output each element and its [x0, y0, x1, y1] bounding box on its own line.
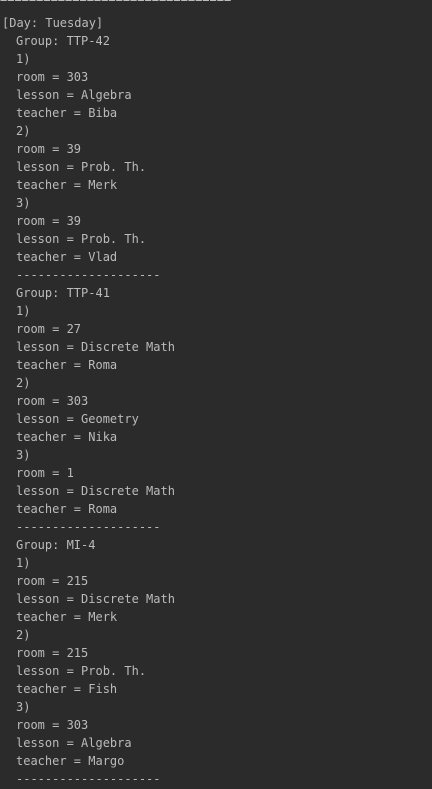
entry-teacher: teacher = Vlad	[16, 250, 118, 264]
entry-lesson: lesson = Discrete Math	[16, 592, 175, 606]
entry-index: 1)	[16, 52, 31, 66]
entry-room: room = 303	[16, 394, 89, 408]
entry-lesson: lesson = Geometry	[16, 412, 139, 426]
group-header: Group: TTP-41	[16, 286, 110, 300]
entry-lesson: lesson = Algebra	[16, 88, 132, 102]
group-header: Group: TTP-42	[16, 34, 110, 48]
entry-index: 3)	[16, 700, 31, 714]
entry-index: 2)	[16, 628, 31, 642]
entry-lesson: lesson = Discrete Math	[16, 484, 175, 498]
entry-teacher: teacher = Roma	[16, 502, 118, 516]
entry-teacher: teacher = Merk	[16, 610, 118, 624]
top-rule-text: ================================	[0, 0, 232, 5]
entry-lesson: lesson = Algebra	[16, 736, 132, 750]
entry-room: room = 303	[16, 718, 89, 732]
entry-teacher: teacher = Merk	[16, 178, 118, 192]
entry-room: room = 303	[16, 70, 89, 84]
entry-room: room = 27	[16, 322, 82, 336]
entry-index: 2)	[16, 124, 31, 138]
entry-lesson: lesson = Prob. Th.	[16, 664, 147, 678]
entry-lesson: lesson = Prob. Th.	[16, 232, 147, 246]
entry-index: 3)	[16, 196, 31, 210]
console-output: ================================ [Day: T…	[0, 0, 432, 789]
entry-room: room = 215	[16, 574, 89, 588]
group-separator: --------------------	[16, 772, 161, 786]
entry-teacher: teacher = Roma	[16, 358, 118, 372]
day-header: [Day: Tuesday]	[2, 16, 104, 30]
entry-room: room = 39	[16, 214, 82, 228]
entry-index: 1)	[16, 304, 31, 318]
entry-teacher: teacher = Biba	[16, 106, 118, 120]
entry-index: 3)	[16, 448, 31, 462]
entry-lesson: lesson = Prob. Th.	[16, 160, 147, 174]
group-separator: --------------------	[16, 268, 161, 282]
console-lines: [Day: Tuesday] Group: TTP-42 1) room = 3…	[2, 14, 430, 788]
entry-room: room = 39	[16, 142, 82, 156]
entry-lesson: lesson = Discrete Math	[16, 340, 175, 354]
entry-index: 1)	[16, 556, 31, 570]
group-header: Group: MI-4	[16, 538, 96, 552]
entry-teacher: teacher = Fish	[16, 682, 118, 696]
entry-teacher: teacher = Margo	[16, 754, 125, 768]
entry-index: 2)	[16, 376, 31, 390]
group-separator: --------------------	[16, 520, 161, 534]
top-rule: ================================	[0, 0, 232, 6]
entry-room: room = 215	[16, 646, 89, 660]
entry-teacher: teacher = Nika	[16, 430, 118, 444]
entry-room: room = 1	[16, 466, 74, 480]
